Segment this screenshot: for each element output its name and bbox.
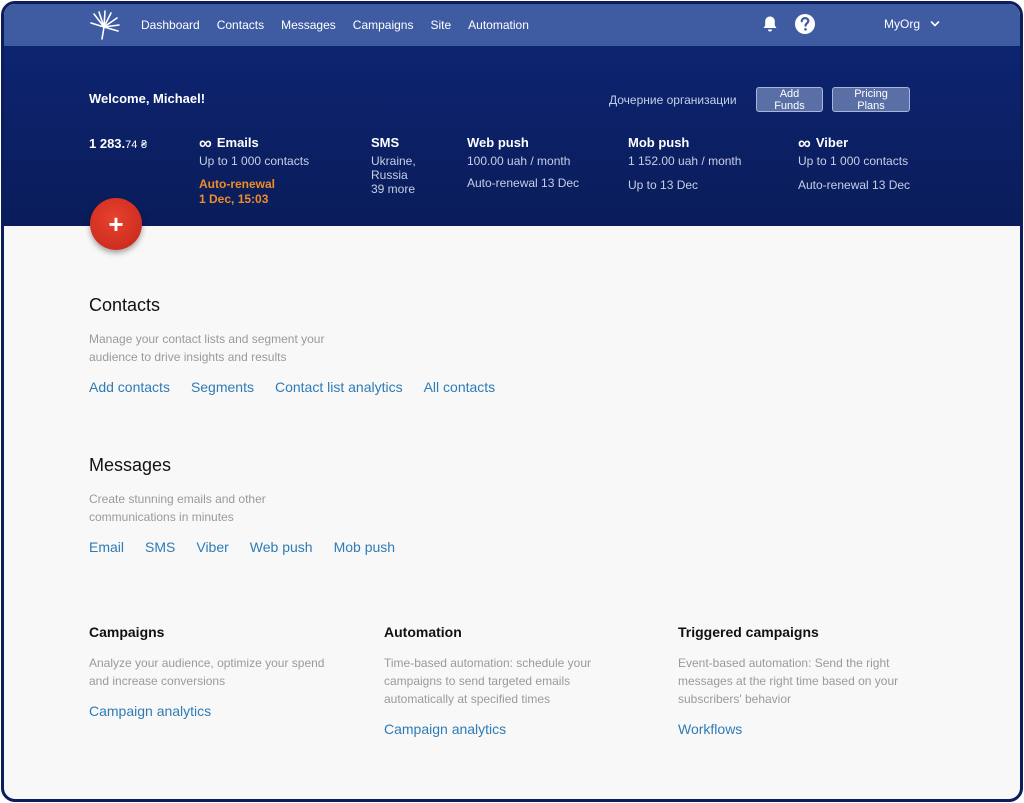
stat-sms-line3: 39 more	[371, 182, 416, 196]
stat-mobpush-extra: Up to 13 Dec	[628, 178, 699, 192]
contacts-section: Contacts Manage your contact lists and s…	[89, 295, 516, 395]
web-push-link[interactable]: Web push	[250, 539, 313, 555]
bell-icon[interactable]	[762, 15, 778, 33]
stat-emails-renewal: Auto-renewal	[199, 177, 276, 191]
stat-sms-line2: Russia	[371, 168, 408, 182]
stat-emails-sub: Up to 1 000 contacts	[199, 154, 310, 168]
org-name: MyOrg	[884, 17, 920, 31]
triggered-campaigns-description: Event-based automation: Send the right me…	[678, 656, 899, 706]
add-funds-button[interactable]: Add Funds	[756, 87, 823, 112]
automation-campaign-analytics-link[interactable]: Campaign analytics	[384, 721, 506, 737]
contacts-title: Contacts	[89, 295, 161, 315]
contact-list-analytics-link[interactable]: Contact list analytics	[275, 379, 403, 395]
currency-symbol: ₴	[141, 139, 148, 151]
email-link[interactable]: Email	[89, 539, 124, 555]
nav-site[interactable]: Site	[430, 18, 451, 32]
account-summary: Welcome, Michael! Дочерние организации A…	[4, 46, 1020, 226]
messages-title: Messages	[89, 455, 172, 475]
balance-cents: 74	[125, 139, 138, 151]
nav-contacts[interactable]: Contacts	[217, 18, 264, 32]
stat-mobpush: Mob push 1 152.00 uah / month Up to 13 D…	[628, 135, 741, 192]
stat-viber-extra: Auto-renewal 13 Dec	[798, 178, 911, 192]
stat-emails: ∞ Emails Up to 1 000 contacts Auto-renewa…	[199, 132, 310, 207]
stat-viber-title: Viber	[815, 135, 849, 150]
chevron-down-icon	[930, 21, 940, 27]
help-icon[interactable]	[794, 13, 816, 35]
stat-webpush-title: Web push	[467, 135, 529, 150]
account-balance: 1 283.74 ₴	[89, 136, 147, 151]
campaigns-title: Campaigns	[89, 624, 165, 640]
automation-title: Automation	[384, 624, 462, 640]
triggered-campaigns-title: Triggered campaigns	[678, 624, 819, 640]
automation-description: Time-based automation: schedule your camp…	[384, 656, 591, 706]
nav-links: Dashboard Contacts Messages Campaigns Si…	[141, 4, 546, 46]
messages-links: Email SMS Viber Web push Mob push	[89, 539, 416, 555]
workflows-link[interactable]: Workflows	[678, 721, 742, 737]
automation-links: Campaign analytics	[384, 721, 591, 737]
stat-sms: SMS Ukraine, Russia 39 more	[371, 135, 416, 196]
subsidiaries-link[interactable]: Дочерние организации	[609, 93, 737, 107]
stat-viber-sub: Up to 1 000 contacts	[798, 154, 909, 168]
welcome-text: Welcome, Michael!	[89, 91, 206, 106]
automation-section: Automation Time-based automation: schedu…	[384, 624, 591, 737]
top-navigation: Dashboard Contacts Messages Campaigns Si…	[4, 4, 1020, 46]
add-contacts-link[interactable]: Add contacts	[89, 379, 170, 395]
nav-dashboard[interactable]: Dashboard	[141, 18, 200, 32]
stat-sms-line1: Ukraine,	[371, 154, 416, 168]
infinity-icon: ∞	[199, 132, 212, 153]
stat-emails-title: Emails	[216, 135, 259, 150]
contacts-links: Add contacts Segments Contact list analy…	[89, 379, 516, 395]
stat-viber: ∞ Viber Up to 1 000 contacts Auto-renewal…	[798, 132, 911, 193]
nav-campaigns[interactable]: Campaigns	[353, 18, 414, 32]
pricing-plans-button[interactable]: Pricing Plans	[832, 87, 910, 112]
stat-webpush-extra: Auto-renewal 13 Dec	[467, 176, 580, 190]
contacts-description: Manage your contact lists and segment yo…	[89, 332, 325, 364]
stat-mobpush-sub: 1 152.00 uah / month	[628, 154, 742, 168]
create-plus-button[interactable]: +	[90, 198, 142, 250]
stat-webpush: Web push 100.00 uah / month Auto-renewal…	[467, 135, 579, 190]
sms-link[interactable]: SMS	[145, 539, 175, 555]
infinity-icon: ∞	[798, 132, 811, 153]
mob-push-link[interactable]: Mob push	[334, 539, 395, 555]
balance-main: 1 283.	[89, 136, 126, 151]
org-switcher[interactable]: MyOrg	[884, 17, 940, 31]
sunburst-logo-icon[interactable]	[88, 8, 122, 42]
campaigns-links: Campaign analytics	[89, 703, 324, 719]
stat-sms-title: SMS	[371, 135, 400, 150]
campaign-analytics-link[interactable]: Campaign analytics	[89, 703, 211, 719]
stat-mobpush-title: Mob push	[628, 135, 690, 150]
nav-messages[interactable]: Messages	[281, 18, 336, 32]
triggered-links: Workflows	[678, 721, 898, 737]
campaigns-section: Campaigns Analyze your audience, optimiz…	[89, 624, 324, 719]
messages-section: Messages Create stunning emails and othe…	[89, 455, 416, 555]
stat-emails-renewal-date: 1 Dec, 15:03	[199, 192, 269, 206]
stat-webpush-sub: 100.00 uah / month	[467, 154, 571, 168]
triggered-campaigns-section: Triggered campaigns Event-based automati…	[678, 624, 898, 737]
all-contacts-link[interactable]: All contacts	[424, 379, 496, 395]
nav-automation[interactable]: Automation	[468, 18, 529, 32]
segments-link[interactable]: Segments	[191, 379, 254, 395]
messages-description: Create stunning emails and other communic…	[89, 492, 266, 524]
app-window: Dashboard Contacts Messages Campaigns Si…	[1, 1, 1023, 802]
viber-link[interactable]: Viber	[196, 539, 228, 555]
campaigns-description: Analyze your audience, optimize your spe…	[89, 656, 325, 688]
